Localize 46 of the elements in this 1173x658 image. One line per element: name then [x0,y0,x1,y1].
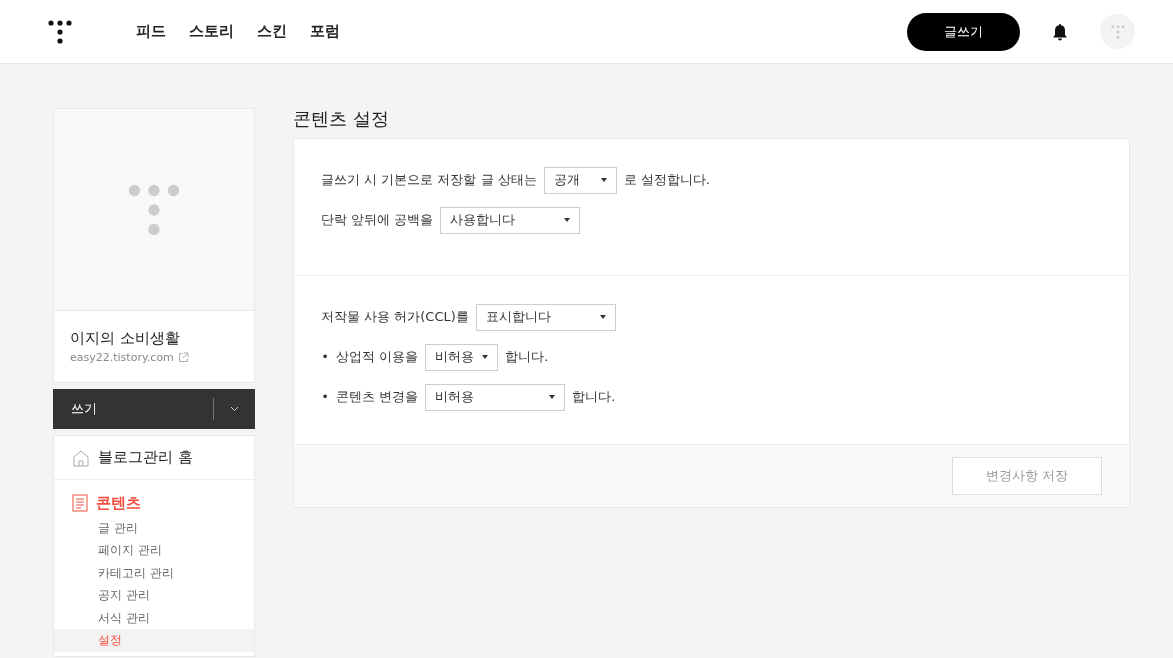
select-dropdown[interactable]: 공개 [543,166,617,194]
document-icon [72,494,88,513]
logo-icon[interactable] [48,19,72,44]
chevron-down-icon[interactable] [230,406,239,412]
page-title: 콘텐츠 설정 [293,108,390,130]
caret-icon [549,395,556,400]
setting-label: 단락 앞뒤에 공백을 [321,211,434,230]
submenu-item[interactable]: 공지 관리 [54,584,254,607]
avatar-logo-icon[interactable] [1110,24,1125,39]
submenu-item[interactable]: 글 관리 [54,516,254,539]
nav-link[interactable]: 스토리 [189,20,234,43]
setting-suffix: 합니다. [505,348,549,367]
select-dropdown[interactable]: 표시합니다 [475,303,616,331]
write-label: 쓰기 [71,400,98,419]
submenu-item[interactable]: 페이지 관리 [54,539,254,562]
caret-icon [599,315,606,320]
avatar[interactable] [1100,14,1135,49]
write-bar[interactable]: 쓰기 [53,389,255,429]
setting-label: 콘텐츠 변경을 [336,388,419,407]
nav-link[interactable]: 피드 [136,20,166,43]
nav-link[interactable]: 포럼 [310,20,340,43]
menu-item[interactable]: 콘텐츠 [96,492,141,515]
setting-label: 저작물 사용 허가(CCL)를 [321,308,469,327]
menu-item[interactable]: 블로그관리 홈 [98,446,193,469]
external-link-icon[interactable] [177,352,189,364]
setting-label: 글쓰기 시 기본으로 저장할 글 상태는 [321,171,537,190]
select-dropdown[interactable]: 사용합니다 [440,206,581,234]
submenu-item[interactable]: 서식 관리 [54,606,254,629]
caret-icon [482,355,489,360]
bullet: • [321,348,329,367]
caret-icon [564,218,571,223]
nav-link[interactable]: 스킨 [257,20,287,43]
placeholder-logo-icon[interactable] [128,183,180,236]
caret-icon [600,178,607,183]
write-button[interactable]: 글쓰기 [907,12,1020,51]
blog-name: 이지의 소비생활 [70,328,181,349]
blog-url-link[interactable]: easy22.tistory.com [70,349,174,366]
setting-label: 상업적 이용을 [336,348,419,367]
submenu-item[interactable]: 카테고리 관리 [54,561,254,584]
select-dropdown[interactable]: 비허용 [425,383,566,411]
home-icon [72,448,90,467]
bullet: • [321,388,329,407]
select-dropdown[interactable]: 비허용 [425,343,499,371]
setting-suffix: 로 설정합니다. [623,171,710,190]
bell-icon[interactable] [1052,22,1068,41]
setting-suffix: 합니다. [572,388,616,407]
